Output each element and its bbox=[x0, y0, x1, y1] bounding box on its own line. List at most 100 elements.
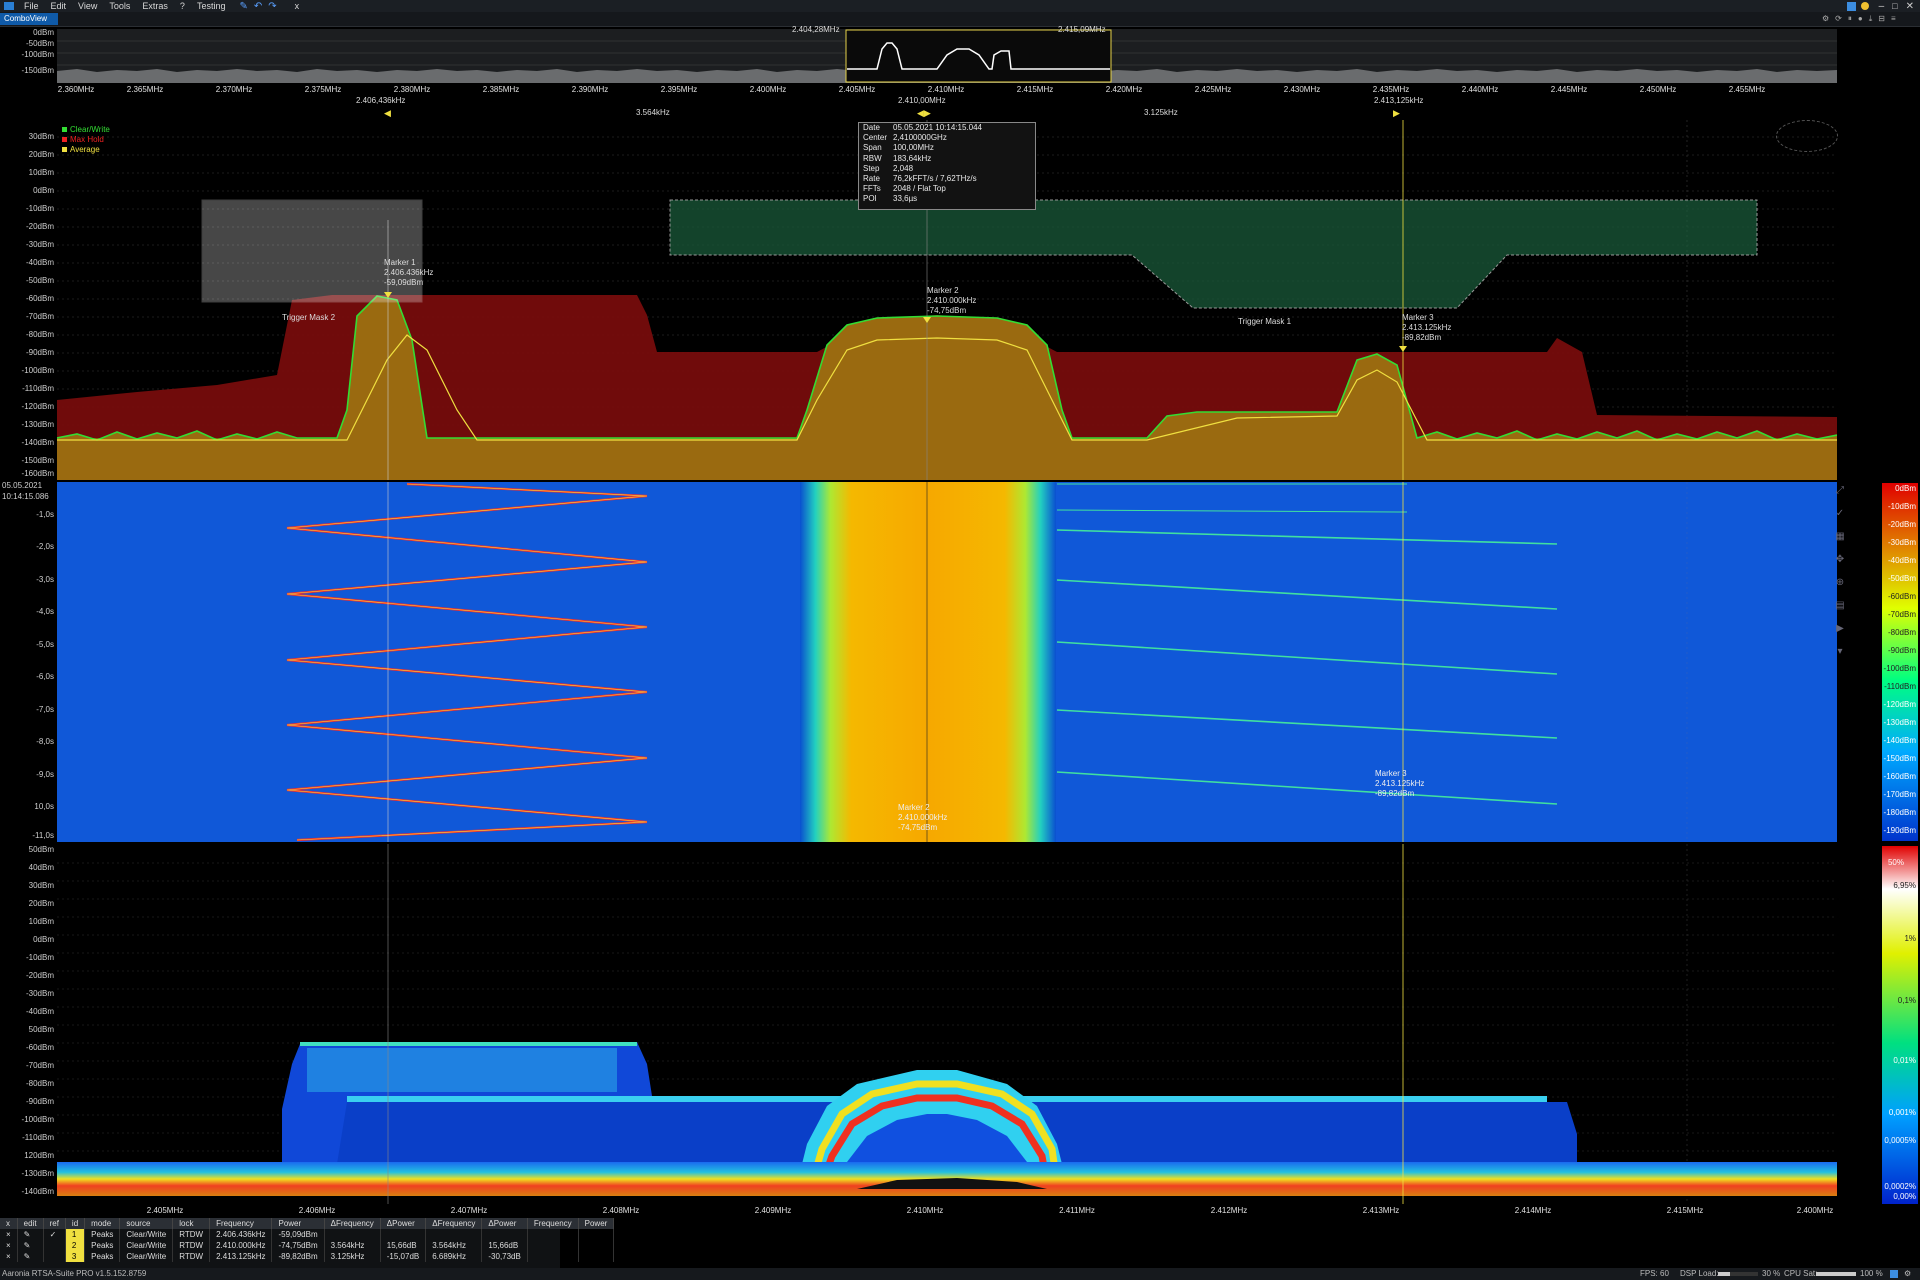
menu-help[interactable]: ? bbox=[174, 1, 191, 11]
aaronia-logo-icon bbox=[1776, 120, 1838, 152]
column-header[interactable]: id bbox=[65, 1218, 86, 1229]
center-marker-flag-icon[interactable]: ◀▶ bbox=[917, 108, 931, 119]
zoom-icon[interactable]: ⊕ bbox=[1836, 577, 1844, 588]
column-header[interactable]: ΔPower bbox=[481, 1218, 528, 1229]
marker-table[interactable]: x edit ref id mode source lock Frequency… bbox=[0, 1218, 615, 1268]
minimize-icon[interactable]: – bbox=[1879, 1, 1885, 12]
y-label: -150dBm bbox=[21, 456, 54, 465]
y-label: -6,0s bbox=[36, 672, 54, 681]
menu-extras[interactable]: Extras bbox=[136, 1, 174, 11]
marker-source: Clear/Write bbox=[119, 1229, 174, 1240]
close-icon[interactable]: ✕ bbox=[1906, 1, 1914, 12]
column-header[interactable]: x bbox=[0, 1218, 18, 1229]
pause-icon[interactable]: ⏸ bbox=[1848, 14, 1852, 24]
toolbar-icons: ⚙ ⟳ ⏸ ● ⤓ ⊟ ≡ bbox=[1822, 14, 1896, 24]
app-version: Aaronia RTSA-Suite PRO v1.5.152.8759 bbox=[2, 1269, 147, 1278]
column-header[interactable]: source bbox=[119, 1218, 174, 1229]
menu-file[interactable]: File bbox=[18, 1, 45, 11]
tab-comboview[interactable]: ComboView bbox=[0, 13, 58, 25]
marker-2-label[interactable]: Marker 2 2.410.000kHz -74,75dBm bbox=[927, 286, 976, 316]
legend-clear-write[interactable]: Clear/Write bbox=[62, 124, 110, 134]
menu-view[interactable]: View bbox=[72, 1, 103, 11]
legend-average[interactable]: Average bbox=[62, 144, 110, 154]
histogram-icon[interactable]: ▤ bbox=[1835, 600, 1844, 611]
pen-icon[interactable]: ✎ bbox=[239, 1, 247, 12]
column-header[interactable]: ΔPower bbox=[380, 1218, 427, 1229]
close-tab-button[interactable]: x bbox=[289, 1, 306, 11]
column-header[interactable]: ΔFrequency bbox=[425, 1218, 483, 1229]
column-header[interactable]: ref bbox=[43, 1218, 66, 1229]
play-icon[interactable]: ▶ bbox=[1836, 623, 1844, 634]
spectrum-y-axis: 30dBm 20dBm 10dBm 0dBm -10dBm -20dBm -30… bbox=[0, 120, 54, 480]
menu-testing[interactable]: Testing bbox=[191, 1, 232, 11]
measurement-info-box[interactable]: Date 05.05.2021 10:14:15.044 Center 2,4100… bbox=[858, 122, 1036, 210]
column-header[interactable]: Frequency bbox=[209, 1218, 273, 1229]
menu-tools[interactable]: Tools bbox=[103, 1, 136, 11]
dsp-load-label: DSP Load: bbox=[1680, 1269, 1719, 1278]
pan-icon[interactable]: ✥ bbox=[1836, 554, 1844, 565]
y-label: -30dBm bbox=[25, 989, 54, 998]
checkmark-icon[interactable]: ✓ bbox=[1836, 508, 1844, 519]
trigger-mask-1-label[interactable]: Trigger Mask 1 bbox=[1238, 317, 1291, 326]
trigger-mask-2-label[interactable]: Trigger Mask 2 bbox=[282, 313, 335, 322]
edit-marker-icon[interactable]: ✎ bbox=[17, 1251, 44, 1262]
record-icon[interactable]: ● bbox=[1858, 14, 1863, 24]
column-header[interactable]: Power bbox=[271, 1218, 325, 1229]
waterfall-marker-3-label[interactable]: Marker 3 2.413.125kHz -89,82dBm bbox=[1375, 769, 1424, 799]
window-icon[interactable] bbox=[1846, 1, 1856, 11]
redo-icon[interactable]: ↷ bbox=[268, 1, 276, 12]
column-header[interactable]: mode bbox=[84, 1218, 121, 1229]
grid-icon[interactable]: ▦ bbox=[1835, 531, 1844, 542]
persistence-plot[interactable] bbox=[57, 844, 1837, 1204]
maximize-icon[interactable]: □ bbox=[1892, 1, 1897, 11]
waterfall-panel[interactable]: 05.05.2021 10:14:15.086 -1,0s -2,0s -3,0… bbox=[0, 481, 1920, 843]
waterfall-plot[interactable] bbox=[57, 482, 1837, 842]
split-icon[interactable]: ⊟ bbox=[1878, 14, 1885, 24]
download-icon[interactable]: ⤓ bbox=[1869, 14, 1873, 24]
y-label: 20dBm bbox=[28, 150, 54, 159]
marker-1-label[interactable]: Marker 1 2.406.436kHz -59,09dBm bbox=[384, 258, 433, 288]
column-header[interactable]: lock bbox=[172, 1218, 211, 1229]
remove-marker-icon[interactable]: × bbox=[0, 1229, 18, 1240]
persistence-y-axis: 50dBm 40dBm 30dBm 20dBm 10dBm 0dBm -10dB… bbox=[0, 844, 54, 1204]
left-marker-flag-icon[interactable]: ◀ bbox=[384, 108, 391, 119]
column-header[interactable]: Power bbox=[578, 1218, 615, 1229]
column-header[interactable]: edit bbox=[17, 1218, 44, 1229]
table-row[interactable]: × ✎ 2 Peaks Clear/Write RTDW 2.410.000kH… bbox=[0, 1240, 615, 1251]
scale-label: -140dBm bbox=[1883, 736, 1916, 745]
edit-marker-icon[interactable]: ✎ bbox=[17, 1240, 44, 1251]
legend-max-hold[interactable]: Max Hold bbox=[62, 134, 110, 144]
remove-marker-icon[interactable]: × bbox=[0, 1240, 18, 1251]
column-header[interactable]: Frequency bbox=[527, 1218, 579, 1229]
refresh-icon[interactable]: ⟳ bbox=[1835, 14, 1842, 24]
column-header[interactable]: ΔFrequency bbox=[324, 1218, 381, 1229]
right-marker-flag-icon[interactable]: ▶ bbox=[1393, 108, 1400, 119]
marker-id: 3 bbox=[65, 1251, 86, 1262]
ref-check-icon[interactable]: ✓ bbox=[43, 1229, 66, 1240]
persistence-color-scale[interactable]: 50% 6,95% 1% 0,1% 0,01% 0,001% 0,0005% 0… bbox=[1882, 846, 1918, 1204]
undo-icon[interactable]: ↶ bbox=[254, 1, 262, 12]
spectrum-panel[interactable]: 30dBm 20dBm 10dBm 0dBm -10dBm -20dBm -30… bbox=[0, 120, 1838, 480]
table-row[interactable]: × ✎ 3 Peaks Clear/Write RTDW 2.413.125kH… bbox=[0, 1251, 615, 1262]
scroll-down-icon[interactable]: ▾ bbox=[1837, 646, 1842, 657]
x-label: 2.400MHz bbox=[1796, 1206, 1834, 1215]
marker-3-label[interactable]: Marker 3 2.413.125kHz -89,82dBm bbox=[1402, 313, 1451, 343]
x-label: 2.409MHz bbox=[754, 1206, 792, 1215]
edit-marker-icon[interactable]: ✎ bbox=[17, 1229, 44, 1240]
overview-spectrum[interactable] bbox=[57, 29, 1837, 83]
overview-panel[interactable]: 0dBm -50dBm -100dBm -150dBm 2.404,28MHz … bbox=[0, 25, 1838, 105]
settings-gear-icon[interactable]: ⚙ bbox=[1904, 1268, 1911, 1280]
menu-edit[interactable]: Edit bbox=[45, 1, 73, 11]
expand-icon[interactable]: ⤢ bbox=[1836, 485, 1844, 496]
marker-power: -89,82dBm bbox=[271, 1251, 325, 1262]
app-icon[interactable] bbox=[4, 2, 14, 10]
waterfall-marker-2-label[interactable]: Marker 2 2.410.000kHz -74,75dBm bbox=[898, 803, 947, 833]
settings-icon[interactable]: ⚙ bbox=[1822, 14, 1829, 24]
persistence-panel[interactable]: 50dBm 40dBm 30dBm 20dBm 10dBm 0dBm -10dB… bbox=[0, 844, 1920, 1218]
screen-icon[interactable] bbox=[1890, 1270, 1898, 1278]
menu-icon[interactable]: ≡ bbox=[1891, 14, 1896, 24]
y-label: -90dBm bbox=[25, 348, 54, 357]
table-row[interactable]: × ✎ ✓ 1 Peaks Clear/Write RTDW 2.406.436… bbox=[0, 1229, 615, 1240]
waterfall-color-scale[interactable]: 0dBm -10dBm -20dBm -30dBm -40dBm -50dBm … bbox=[1882, 483, 1918, 841]
remove-marker-icon[interactable]: × bbox=[0, 1251, 18, 1262]
